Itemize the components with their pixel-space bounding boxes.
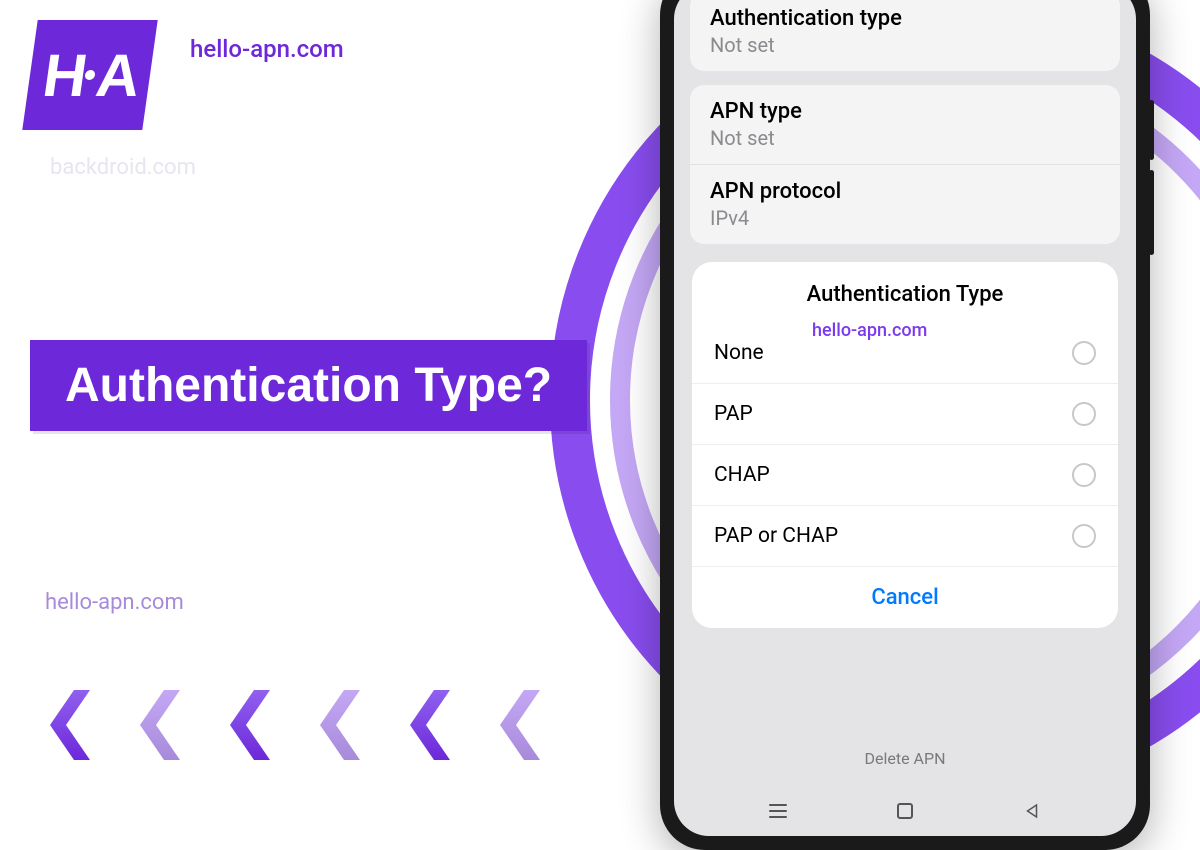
nav-back-icon[interactable] — [1022, 801, 1042, 821]
option-label: None — [714, 341, 764, 365]
radio-icon — [1072, 463, 1096, 487]
chevron-decoration — [50, 690, 570, 760]
setting-value: Not set — [710, 126, 1100, 150]
option-pap-or-chap[interactable]: PAP or CHAP — [692, 506, 1118, 567]
logo-icon: H A — [22, 20, 157, 130]
phone-frame: Authentication type Not set APN type Not… — [660, 0, 1150, 850]
radio-icon — [1072, 524, 1096, 548]
chevron-icon — [500, 690, 570, 760]
chevron-icon — [140, 690, 210, 760]
watermark-faded: backdroid.com — [50, 155, 196, 180]
watermark-bottom: hello-apn.com — [45, 590, 184, 615]
setting-value: IPv4 — [710, 206, 1100, 230]
chevron-icon — [410, 690, 480, 760]
chevron-icon — [50, 690, 120, 760]
setting-apn-protocol[interactable]: APN protocol IPv4 — [690, 165, 1120, 244]
chevron-icon — [320, 690, 390, 760]
phone-screen: Authentication type Not set APN type Not… — [674, 0, 1136, 836]
option-label: PAP or CHAP — [714, 524, 838, 548]
option-label: CHAP — [714, 463, 770, 487]
logo-area: H A hello-apn.com — [30, 20, 344, 130]
setting-auth-type[interactable]: Authentication type Not set — [690, 0, 1120, 71]
logo-letter-left: H — [39, 41, 88, 110]
cancel-button[interactable]: Cancel — [692, 567, 1118, 628]
title-banner: Authentication Type? — [30, 340, 587, 431]
settings-group: Authentication type Not set — [690, 0, 1120, 71]
delete-apn-button[interactable]: Delete APN — [674, 731, 1136, 786]
android-nav-bar — [674, 786, 1136, 836]
setting-apn-type[interactable]: APN type Not set — [690, 85, 1120, 165]
option-chap[interactable]: CHAP — [692, 445, 1118, 506]
radio-icon — [1072, 402, 1096, 426]
logo-letter-right: A — [92, 41, 141, 110]
phone-side-button — [1149, 170, 1154, 255]
option-label: PAP — [714, 402, 753, 426]
option-none[interactable]: None — [692, 323, 1118, 384]
phone-side-button — [1149, 100, 1154, 160]
setting-label: Authentication type — [710, 6, 1100, 31]
modal-title: Authentication Type — [692, 262, 1118, 323]
setting-label: APN type — [710, 99, 1100, 124]
site-name: hello-apn.com — [190, 35, 344, 63]
chevron-icon — [230, 690, 300, 760]
nav-home-icon[interactable] — [895, 801, 915, 821]
auth-type-modal: Authentication Type hello-apn.com None P… — [692, 262, 1118, 628]
logo-dot-icon — [84, 70, 95, 80]
nav-recents-icon[interactable] — [768, 801, 788, 821]
radio-icon — [1072, 341, 1096, 365]
option-pap[interactable]: PAP — [692, 384, 1118, 445]
settings-group: APN type Not set APN protocol IPv4 — [690, 85, 1120, 244]
setting-value: Not set — [710, 33, 1100, 57]
title-text: Authentication Type? — [65, 358, 552, 413]
settings-list: Authentication type Not set APN type Not… — [674, 0, 1136, 258]
setting-label: APN protocol — [710, 179, 1100, 204]
